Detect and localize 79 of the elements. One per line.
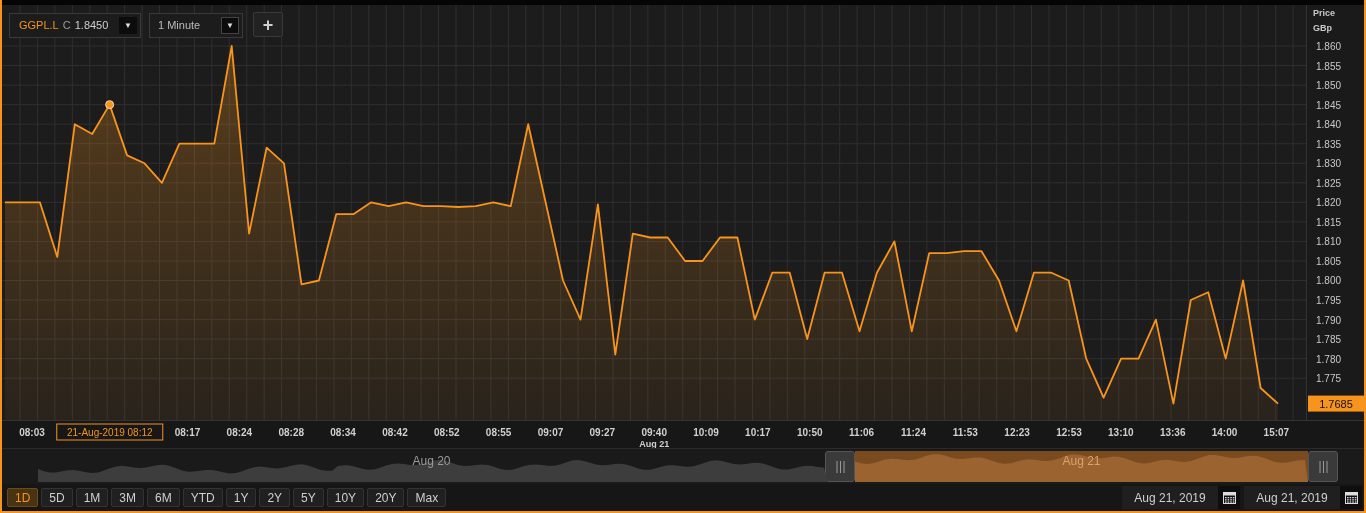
calendar-icon: [1222, 491, 1236, 504]
time-axis-label: 11:53: [952, 427, 978, 438]
calendar-button[interactable]: [1340, 486, 1362, 509]
date-field[interactable]: Aug 21, 2019: [1244, 486, 1340, 509]
axis-tick-label: 1.775: [1316, 373, 1342, 385]
time-axis-label: 08:55: [485, 427, 512, 438]
axis-tick-label: 1.810: [1316, 236, 1342, 248]
axis-tick-label: 1.850: [1316, 80, 1342, 92]
time-axis-label: 08:52: [434, 427, 460, 438]
time-axis-label: 10:17: [745, 427, 771, 438]
axis-tick-label: 1.785: [1316, 334, 1342, 346]
range-button[interactable]: 1Y: [225, 488, 257, 507]
time-axis-label: 08:17: [174, 427, 201, 438]
calendar-button[interactable]: [1218, 486, 1240, 509]
time-axis-label: 11:06: [849, 427, 875, 438]
time-axis-label: 13:36: [1159, 427, 1186, 438]
dropdown-caret[interactable]: ▼: [221, 17, 239, 34]
crosshair-time-label: 21-Aug-2019 08:12: [56, 423, 164, 441]
time-axis-label: 08:28: [278, 427, 305, 438]
axis-tick-label: 1.815: [1316, 216, 1342, 228]
time-axis-label: 12:23: [1004, 427, 1030, 438]
time-axis-label: 08:03: [19, 427, 45, 438]
interval-dropdown[interactable]: 1 Minute ▼: [149, 13, 243, 38]
grip-icon: [835, 460, 845, 473]
time-axis-label: 10:09: [693, 427, 719, 438]
time-axis-label: 10:50: [796, 427, 823, 438]
axis-tick-label: 1.795: [1316, 295, 1342, 307]
symbol-label: GGPL.L: [19, 18, 59, 34]
date-field[interactable]: Aug 21, 2019: [1122, 486, 1218, 509]
axis-tick-label: 1.845: [1316, 99, 1342, 111]
time-axis-label: 11:24: [900, 427, 926, 438]
navigator-date-label: Aug 20: [412, 453, 451, 470]
symbol-dropdown[interactable]: GGPL.L C 1.8450 ▼: [9, 13, 141, 38]
range-button[interactable]: 10Y: [326, 488, 365, 507]
calendar-icon: [1344, 491, 1358, 504]
range-button[interactable]: Max: [407, 488, 447, 507]
navigator-date-label: Aug 21: [1062, 453, 1101, 470]
time-axis-label: 09:27: [589, 427, 616, 438]
time-axis-label: 09:07: [537, 427, 564, 438]
date-axis-label: Aug 21: [639, 439, 670, 448]
time-axis-label: 08:34: [330, 427, 356, 438]
range-button[interactable]: YTD: [182, 488, 223, 507]
range-button[interactable]: 6M: [147, 488, 180, 507]
axis-tick-label: 1.840: [1316, 119, 1342, 131]
range-button[interactable]: 1M: [75, 488, 109, 507]
range-handle[interactable]: [1308, 451, 1338, 482]
range-button[interactable]: 3M: [111, 488, 145, 507]
grip-icon: [1318, 460, 1328, 473]
range-button[interactable]: 2Y: [259, 488, 291, 507]
time-axis-label: 12:53: [1056, 427, 1082, 438]
time-axis-label: 09:40: [641, 427, 667, 438]
range-button[interactable]: 20Y: [367, 488, 405, 507]
axis-tick-label: 1.820: [1316, 197, 1342, 209]
time-axis-label: 08:24: [226, 427, 253, 438]
time-axis-label: 13:10: [1108, 427, 1134, 438]
dropdown-caret[interactable]: ▼: [119, 17, 137, 34]
range-button[interactable]: 1D: [7, 488, 39, 507]
axis-title: Price GBp: [1313, 7, 1337, 35]
axis-tick-label: 1.825: [1316, 177, 1342, 189]
navigator-range[interactable]: Aug 20: [38, 451, 825, 482]
axis-tick-label: 1.780: [1316, 353, 1342, 365]
axis-tick-label: 1.855: [1316, 60, 1342, 72]
axis-tick-label: 1.860: [1316, 41, 1342, 53]
axis-tick-label: 1.835: [1316, 138, 1342, 150]
axis-tick-label: 1.790: [1316, 314, 1342, 326]
time-axis-label: 08:42: [382, 427, 408, 438]
range-button[interactable]: 5Y: [293, 488, 324, 507]
range-button[interactable]: 5D: [41, 488, 73, 507]
axis-tick-label: 1.800: [1316, 275, 1342, 287]
hover-marker: [105, 100, 115, 110]
time-axis-label: 15:07: [1263, 427, 1290, 438]
axis-tick-label: 1.805: [1316, 255, 1342, 267]
axis-tick-label: 1.830: [1316, 158, 1342, 170]
close-prefix: C: [62, 18, 71, 34]
range-handle[interactable]: [825, 451, 855, 482]
time-axis-label: 14:00: [1211, 427, 1238, 438]
add-button[interactable]: +: [253, 12, 283, 37]
close-price: 1.8450: [74, 18, 109, 34]
interval-label: 1 Minute: [158, 18, 201, 34]
